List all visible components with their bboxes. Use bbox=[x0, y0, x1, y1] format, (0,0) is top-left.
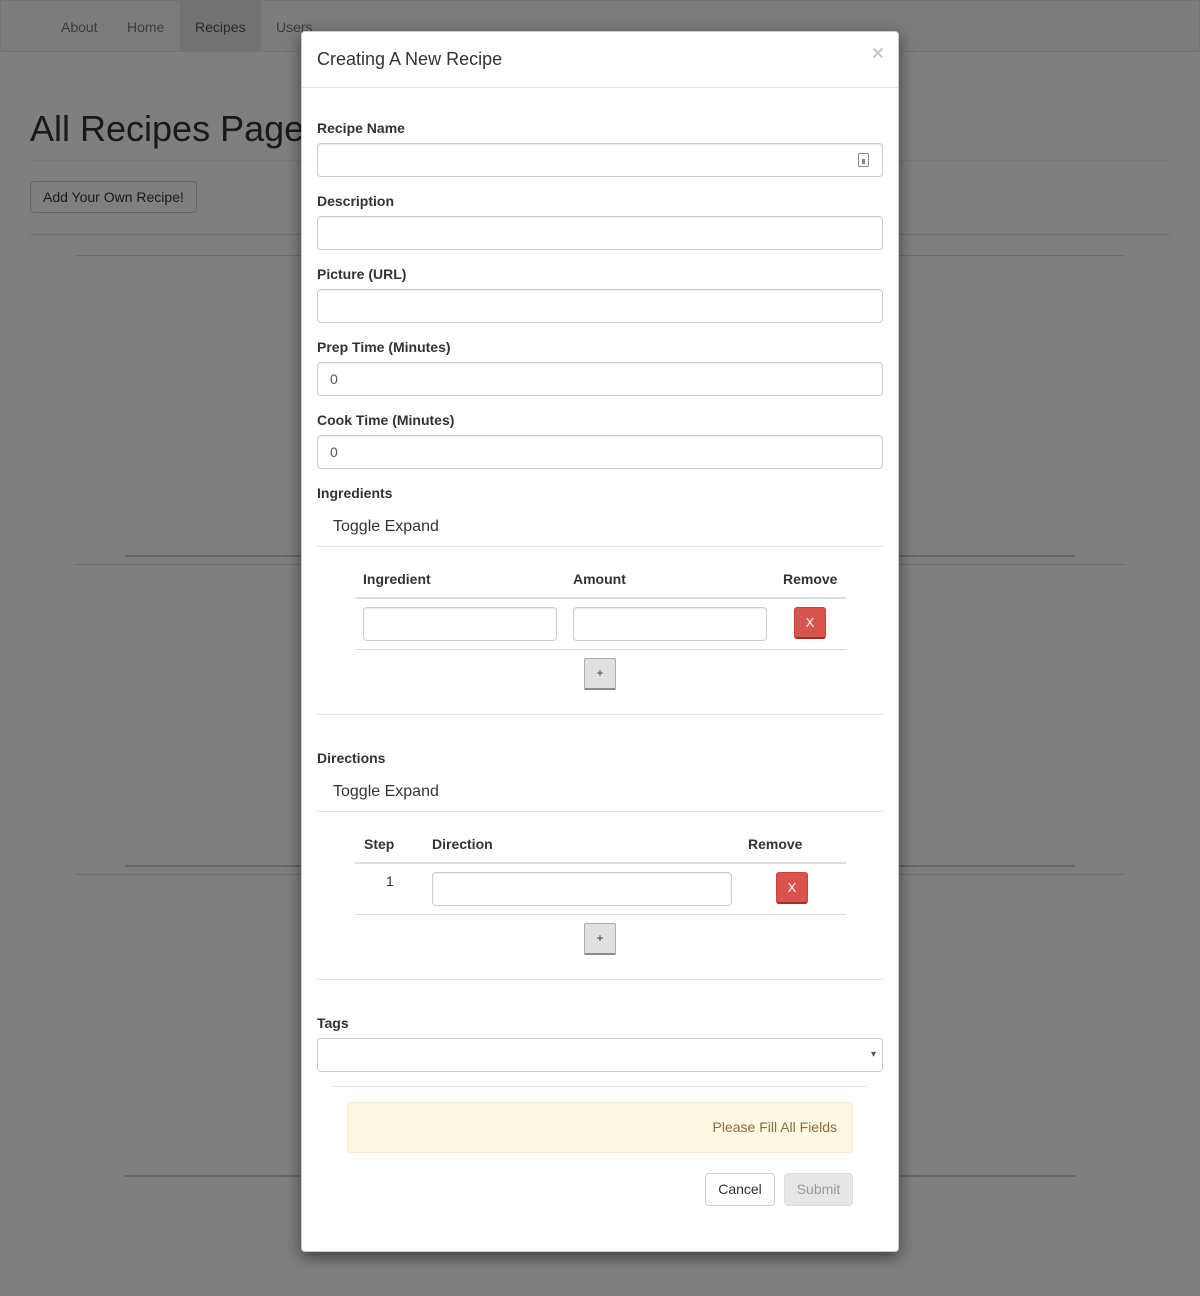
table-row-rule bbox=[355, 914, 846, 915]
ingredient-column-header: Ingredient bbox=[363, 571, 431, 587]
directions-label: Directions bbox=[317, 750, 386, 766]
remove-column-header: Remove bbox=[748, 836, 803, 852]
cancel-button[interactable]: Cancel bbox=[705, 1173, 775, 1206]
recipe-name-label: Recipe Name bbox=[317, 120, 405, 136]
remove-direction-button[interactable]: X bbox=[776, 872, 808, 904]
submit-button[interactable]: Submit bbox=[784, 1173, 853, 1206]
ingredients-toggle-expand[interactable]: Toggle Expand bbox=[333, 518, 439, 536]
table-header-rule bbox=[355, 862, 846, 864]
autofill-icon[interactable] bbox=[858, 153, 869, 167]
cook-time-label: Cook Time (Minutes) bbox=[317, 412, 455, 428]
step-column-header: Step bbox=[364, 836, 395, 852]
description-input[interactable] bbox=[317, 216, 883, 250]
divider bbox=[333, 1086, 868, 1087]
divider bbox=[317, 979, 883, 980]
description-label: Description bbox=[317, 193, 395, 209]
tags-label: Tags bbox=[317, 1015, 349, 1031]
divider bbox=[317, 546, 883, 547]
add-direction-button[interactable]: + bbox=[584, 923, 616, 955]
modal-header: Creating A New Recipe × bbox=[302, 32, 898, 88]
modal-title: Creating A New Recipe bbox=[317, 49, 503, 69]
direction-input[interactable] bbox=[432, 872, 732, 906]
divider bbox=[317, 714, 883, 715]
prep-time-label: Prep Time (Minutes) bbox=[317, 339, 451, 355]
remove-column-header: Remove bbox=[783, 571, 838, 587]
validation-alert: Please Fill All Fields bbox=[347, 1102, 853, 1153]
new-recipe-modal: Creating A New Recipe × Recipe Name Desc… bbox=[301, 31, 899, 1252]
table-header-rule bbox=[355, 597, 846, 599]
prep-time-input[interactable]: 0 bbox=[317, 362, 883, 396]
amount-column-header: Amount bbox=[573, 571, 626, 587]
picture-url-label: Picture (URL) bbox=[317, 266, 407, 282]
tags-select[interactable]: ▾ bbox=[317, 1038, 883, 1072]
ingredients-label: Ingredients bbox=[317, 485, 393, 501]
add-ingredient-button[interactable]: + bbox=[584, 658, 616, 690]
picture-url-input[interactable] bbox=[317, 289, 883, 323]
direction-column-header: Direction bbox=[432, 836, 493, 852]
table-row-rule bbox=[355, 649, 846, 650]
chevron-down-icon: ▾ bbox=[870, 1049, 876, 1060]
remove-ingredient-button[interactable]: X bbox=[794, 607, 826, 639]
ingredient-input[interactable] bbox=[363, 607, 557, 641]
close-icon[interactable]: × bbox=[872, 43, 884, 64]
step-number: 1 bbox=[386, 873, 394, 889]
cook-time-input[interactable]: 0 bbox=[317, 435, 883, 469]
amount-input[interactable] bbox=[573, 607, 767, 641]
recipe-name-input[interactable] bbox=[317, 143, 883, 177]
divider bbox=[317, 811, 883, 812]
directions-toggle-expand[interactable]: Toggle Expand bbox=[333, 783, 439, 801]
